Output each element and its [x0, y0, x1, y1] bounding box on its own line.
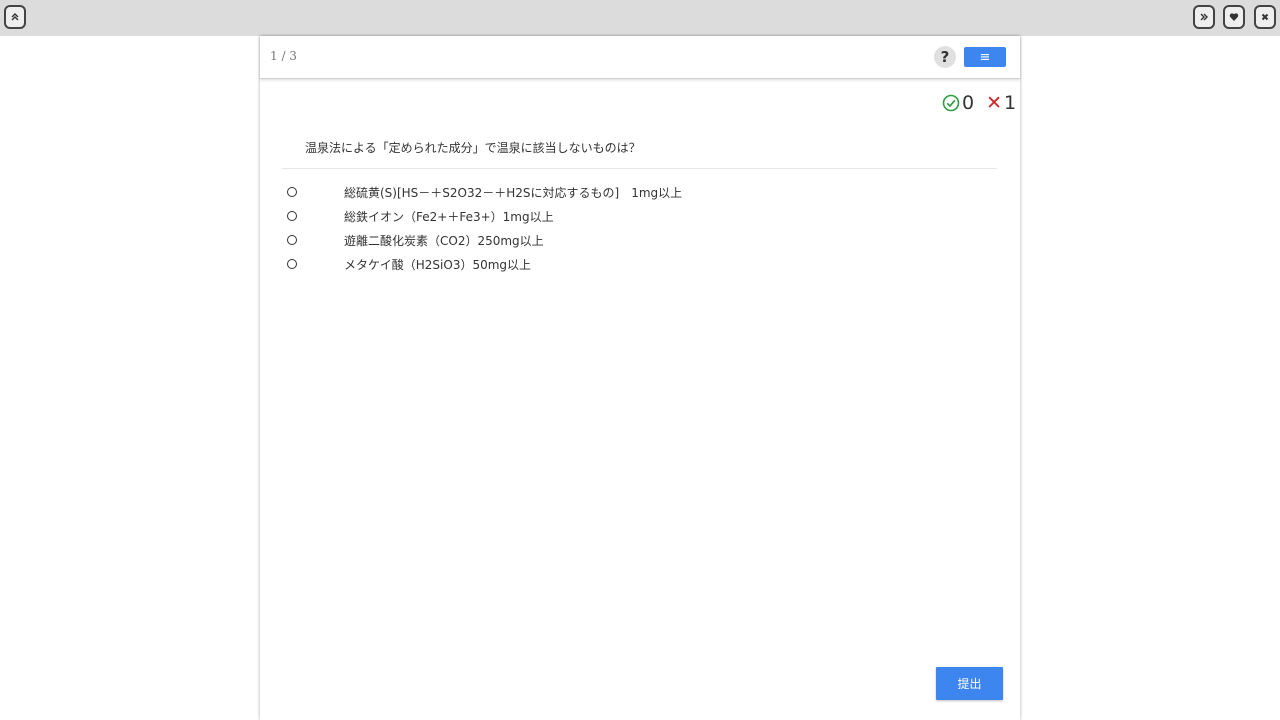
- divider: [282, 168, 997, 169]
- chevrons-up-icon: [11, 13, 19, 21]
- radio-button[interactable]: [287, 235, 297, 245]
- question-text: 温泉法による「定められた成分」で温泉に該当しないものは？: [305, 141, 641, 155]
- answer-options: 総硫黄(S)[HS－＋S2O32－＋H2Sに対応するもの] 1mg以上 総鉄イオ…: [286, 180, 986, 276]
- answer-option-label: メタケイ酸（H2SiO3）50mg以上: [344, 257, 532, 272]
- check-circle-icon: [942, 94, 960, 112]
- top-toolbar: [0, 0, 1280, 36]
- radio-button[interactable]: [287, 211, 297, 221]
- close-icon: [1261, 13, 1269, 21]
- heart-icon: [1229, 13, 1239, 21]
- cross-icon: ✕: [986, 92, 1003, 114]
- close-button[interactable]: [1254, 5, 1276, 29]
- answer-option-2[interactable]: 総鉄イオン（Fe2+＋Fe3+）1mg以上: [286, 204, 986, 228]
- answer-option-label: 総鉄イオン（Fe2+＋Fe3+）1mg以上: [344, 209, 554, 224]
- answer-option-3[interactable]: 遊離二酸化炭素（CO2）250mg以上: [286, 228, 986, 252]
- help-button[interactable]: ?: [934, 46, 956, 68]
- radio-button[interactable]: [287, 187, 297, 197]
- collapse-button[interactable]: [4, 5, 26, 29]
- page-counter: 1 / 3: [270, 49, 297, 63]
- submit-button[interactable]: 提出: [936, 667, 1003, 700]
- correct-count: 0: [962, 92, 975, 114]
- answer-option-label: 遊離二酸化炭素（CO2）250mg以上: [344, 233, 544, 248]
- answer-option-label: 総硫黄(S)[HS－＋S2O32－＋H2Sに対応するもの] 1mg以上: [344, 185, 683, 200]
- answer-option-1[interactable]: 総硫黄(S)[HS－＋S2O32－＋H2Sに対応するもの] 1mg以上: [286, 180, 986, 204]
- card-header: 1 / 3 ? ≡: [260, 36, 1020, 79]
- score-display: 0 ✕ 1: [942, 92, 1016, 114]
- menu-button[interactable]: ≡: [964, 47, 1006, 67]
- favorite-button[interactable]: [1223, 5, 1245, 29]
- next-button[interactable]: [1193, 5, 1215, 29]
- chevrons-right-icon: [1200, 13, 1208, 21]
- wrong-count: 1: [1004, 92, 1017, 114]
- answer-option-4[interactable]: メタケイ酸（H2SiO3）50mg以上: [286, 252, 986, 276]
- radio-button[interactable]: [287, 259, 297, 269]
